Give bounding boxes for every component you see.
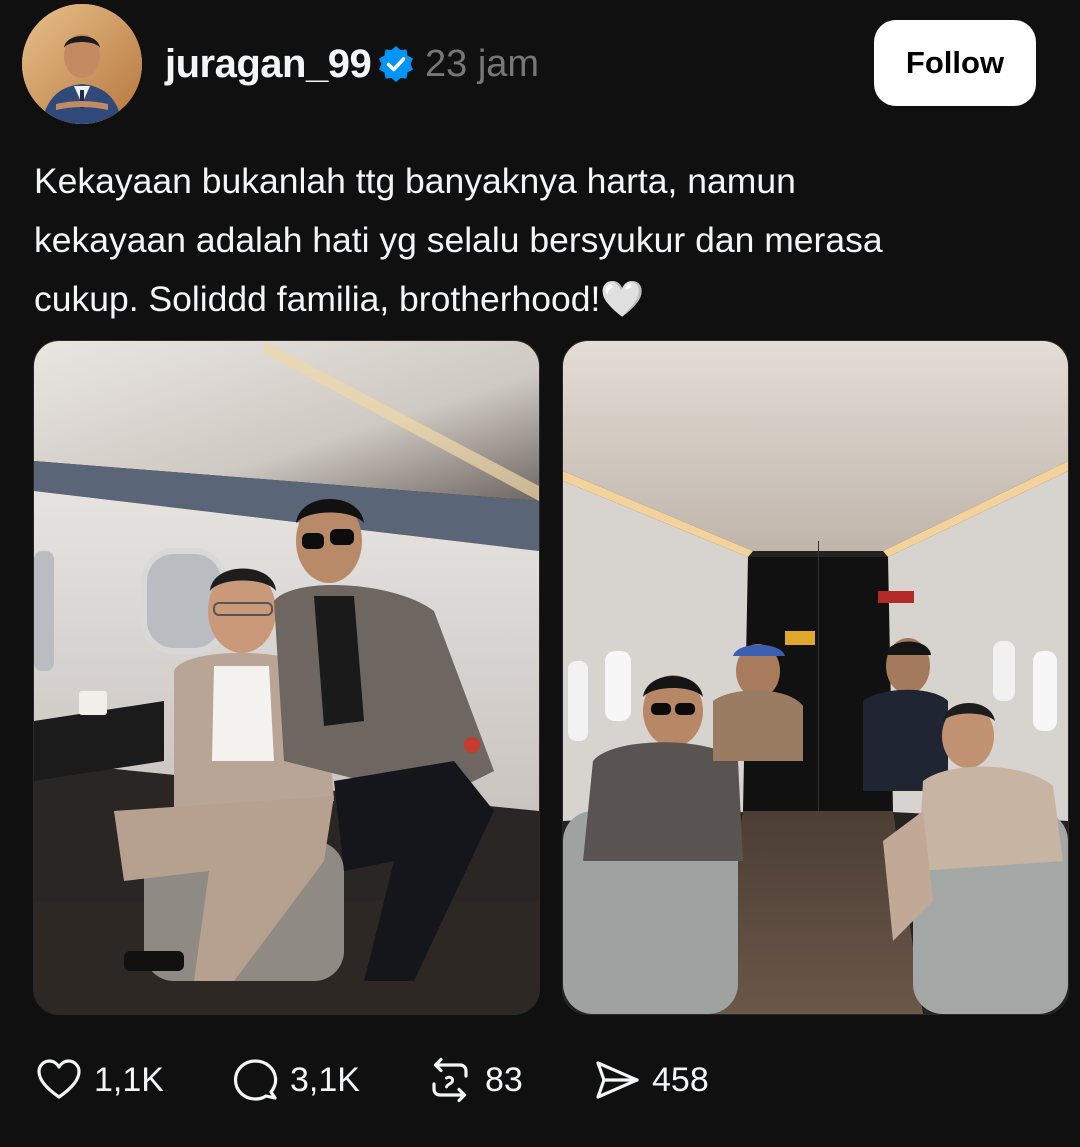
like-count: 1,1K [94, 1060, 164, 1099]
verified-badge-icon [376, 44, 416, 84]
post-image-2[interactable] [562, 340, 1069, 1015]
reply-button[interactable]: 3,1K [230, 1050, 360, 1110]
post-caption: Kekayaan bukanlah ttg banyaknya harta, n… [34, 161, 883, 319]
post-timestamp: 23 jam [425, 43, 540, 85]
speech-bubble-icon [230, 1055, 280, 1105]
repost-arrows-icon [425, 1055, 475, 1105]
action-bar: 1,1K 3,1K 83 458 [0, 1050, 1080, 1110]
avatar[interactable] [22, 4, 142, 124]
post-image-1[interactable] [33, 340, 540, 1015]
reply-count: 3,1K [290, 1060, 360, 1099]
threads-post: juragan_99 23 jam Follow Kekayaan bukanl… [0, 0, 1080, 1147]
repost-button[interactable]: 83 [425, 1050, 523, 1110]
share-count: 458 [652, 1060, 709, 1099]
like-button[interactable]: 1,1K [34, 1050, 164, 1110]
heart-icon [34, 1055, 84, 1105]
follow-button[interactable]: Follow [874, 20, 1036, 106]
username[interactable]: juragan_99 [165, 40, 372, 88]
share-button[interactable]: 458 [592, 1050, 709, 1110]
paper-plane-icon [592, 1055, 642, 1105]
repost-count: 83 [485, 1060, 523, 1099]
